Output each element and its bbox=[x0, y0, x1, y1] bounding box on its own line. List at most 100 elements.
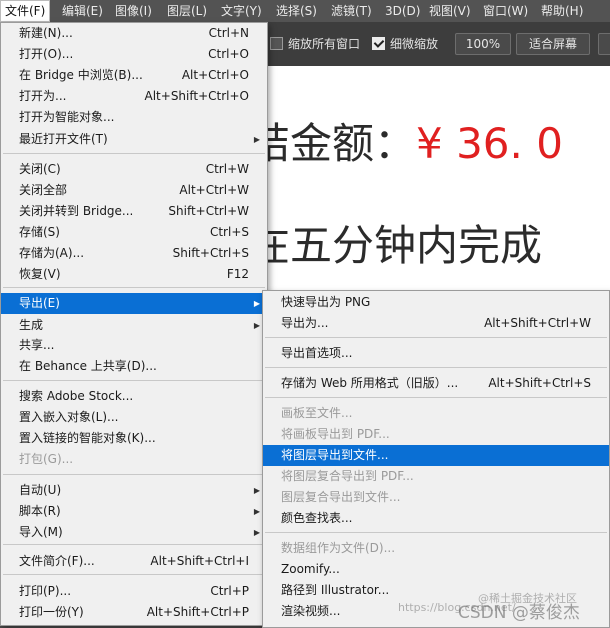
menu-edit[interactable]: 编辑(E) bbox=[57, 0, 108, 22]
file-menu-item-label: 关闭(C) bbox=[19, 162, 61, 176]
export-menu-item-1[interactable]: 导出为... Alt+Shift+Ctrl+W bbox=[263, 313, 609, 334]
zoom-100-button[interactable]: 100% bbox=[455, 33, 511, 55]
file-menu-item-24[interactable]: 打印(P)... Ctrl+P bbox=[1, 581, 267, 602]
file-menu-item-16[interactable]: 搜索 Adobe Stock... bbox=[1, 386, 267, 407]
file-menu-item-21[interactable]: 脚本(R) ▶ bbox=[1, 501, 267, 522]
export-menu-item-label: 画板至文件... bbox=[281, 406, 353, 420]
file-menu-item-9[interactable]: 存储(S) Ctrl+S bbox=[1, 222, 267, 243]
scroll-all-windows-option[interactable]: 缩放所有窗口 bbox=[270, 34, 360, 54]
export-menu-item-shortcut: Alt+Shift+Ctrl+S bbox=[488, 376, 591, 390]
export-menu-item-2[interactable]: 导出首选项... bbox=[263, 343, 609, 364]
file-menu-item-shortcut: Alt+Shift+Ctrl+O bbox=[144, 89, 249, 103]
file-menu-item-shortcut: Ctrl+P bbox=[210, 584, 249, 598]
menu-window[interactable]: 窗口(W) bbox=[478, 0, 533, 22]
file-menu-item-0[interactable]: 新建(N)... Ctrl+N bbox=[1, 23, 267, 44]
scrubby-zoom-option[interactable]: 细微缩放 bbox=[372, 34, 438, 54]
menu-type[interactable]: 文字(Y) bbox=[216, 0, 267, 22]
file-menu-item-14[interactable]: 共享... bbox=[1, 335, 267, 356]
menu-image[interactable]: 图像(I) bbox=[110, 0, 157, 22]
fit-screen-button[interactable]: 适合屏幕 bbox=[516, 33, 590, 55]
file-menu-item-label: 导出(E) bbox=[19, 296, 60, 310]
export-menu-separator bbox=[265, 367, 607, 368]
scroll-all-windows-label: 缩放所有窗口 bbox=[288, 37, 361, 51]
export-menu-item-7: 将图层复合导出到 PDF... bbox=[263, 466, 609, 487]
file-menu-item-shortcut: Ctrl+O bbox=[208, 47, 249, 61]
export-menu-item-9[interactable]: 颜色查找表... bbox=[263, 508, 609, 529]
file-menu-item-label: 最近打开文件(T) bbox=[19, 132, 108, 146]
file-menu-item-4[interactable]: 打开为智能对象... bbox=[1, 107, 267, 128]
file-menu-item-10[interactable]: 存储为(A)... Shift+Ctrl+S bbox=[1, 243, 267, 264]
menu-filter[interactable]: 滤镜(T) bbox=[326, 0, 377, 22]
file-menu-item-label: 脚本(R) bbox=[19, 504, 61, 518]
file-menu-item-shortcut: Ctrl+S bbox=[209, 225, 249, 239]
file-menu-item-5[interactable]: 最近打开文件(T) ▶ bbox=[1, 129, 267, 150]
file-menu-item-label: 置入嵌入对象(L)... bbox=[19, 410, 119, 424]
file-menu-item-1[interactable]: 打开(O)... Ctrl+O bbox=[1, 44, 267, 65]
submenu-arrow-icon: ▶ bbox=[253, 528, 260, 537]
menu-help[interactable]: 帮助(H) bbox=[536, 0, 588, 22]
export-menu-item-label: 渲染视频... bbox=[281, 604, 341, 618]
file-menu-item-15[interactable]: 在 Behance 上共享(D)... bbox=[1, 356, 267, 377]
export-menu-item-label: 导出为... bbox=[281, 316, 329, 330]
file-menu-separator bbox=[3, 574, 265, 575]
file-menu-item-label: 文件简介(F)... bbox=[19, 554, 95, 568]
file-menu-item-label: 存储为(A)... bbox=[19, 246, 85, 260]
export-menu-item-4: 画板至文件... bbox=[263, 403, 609, 424]
export-menu-item-0[interactable]: 快速导出为 PNG bbox=[263, 292, 609, 313]
file-menu-item-22[interactable]: 导入(M) ▶ bbox=[1, 522, 267, 543]
file-menu-item-label: 打印(P)... bbox=[19, 584, 72, 598]
export-menu-item-shortcut: Alt+Shift+Ctrl+W bbox=[484, 316, 591, 330]
file-menu-item-23[interactable]: 文件简介(F)... Alt+Shift+Ctrl+I bbox=[1, 551, 267, 572]
menu-select[interactable]: 选择(S) bbox=[271, 0, 322, 22]
watermark-author: CSDN @蔡俊杰 bbox=[458, 603, 580, 623]
canvas-text-line-1: 结金额：¥ 36. 0 bbox=[248, 110, 563, 171]
file-menu-item-12[interactable]: 导出(E) ▶ bbox=[1, 293, 267, 314]
export-menu-separator bbox=[265, 337, 607, 338]
export-menu-item-3[interactable]: 存储为 Web 所用格式（旧版）... Alt+Shift+Ctrl+S bbox=[263, 373, 609, 394]
file-menu-item-shortcut: Shift+Ctrl+S bbox=[172, 246, 249, 260]
file-menu-item-17[interactable]: 置入嵌入对象(L)... bbox=[1, 407, 267, 428]
submenu-arrow-icon: ▶ bbox=[253, 135, 260, 144]
menu-3d[interactable]: 3D(D) bbox=[380, 0, 425, 22]
submenu-arrow-icon: ▶ bbox=[253, 321, 260, 330]
file-menu-item-8[interactable]: 关闭并转到 Bridge... Shift+Ctrl+W bbox=[1, 201, 267, 222]
export-menu-item-label: 快速导出为 PNG bbox=[281, 295, 371, 309]
scrubby-zoom-checkbox[interactable] bbox=[372, 37, 385, 50]
file-menu-item-11[interactable]: 恢复(V) F12 bbox=[1, 264, 267, 285]
file-menu-item-13[interactable]: 生成 ▶ bbox=[1, 315, 267, 336]
file-menu-item-2[interactable]: 在 Bridge 中浏览(B)... Alt+Ctrl+O bbox=[1, 65, 267, 86]
menu-file[interactable]: 文件(F) bbox=[0, 0, 51, 22]
scroll-all-windows-checkbox[interactable] bbox=[270, 37, 283, 50]
export-menu-item-label: 路径到 Illustrator... bbox=[281, 583, 390, 597]
file-menu-item-20[interactable]: 自动(U) ▶ bbox=[1, 480, 267, 501]
file-menu-item-6[interactable]: 关闭(C) Ctrl+W bbox=[1, 159, 267, 180]
file-menu-item-3[interactable]: 打开为... Alt+Shift+Ctrl+O bbox=[1, 86, 267, 107]
fill-screen-button[interactable] bbox=[598, 33, 610, 55]
file-menu-item-label: 打开为智能对象... bbox=[19, 110, 115, 124]
file-menu-item-label: 导入(M) bbox=[19, 525, 63, 539]
file-menu-item-25[interactable]: 打印一份(Y) Alt+Shift+Ctrl+P bbox=[1, 602, 267, 623]
canvas-amount-value: ¥ 36. 0 bbox=[416, 119, 563, 168]
file-menu-item-shortcut: Alt+Ctrl+O bbox=[181, 68, 249, 82]
export-menu-item-label: 存储为 Web 所用格式（旧版）... bbox=[281, 376, 459, 390]
file-menu-item-label: 打开为... bbox=[19, 89, 67, 103]
export-menu-item-11[interactable]: Zoomify... bbox=[263, 559, 609, 580]
menu-view[interactable]: 视图(V) bbox=[424, 0, 476, 22]
file-menu-separator bbox=[3, 544, 265, 545]
file-menu-separator bbox=[3, 153, 265, 154]
file-menu-item-label: 打开(O)... bbox=[19, 47, 74, 61]
export-menu-item-label: 将图层导出到文件... bbox=[281, 448, 389, 462]
menu-bar: 文件(F) 编辑(E) 图像(I) 图层(L) 文字(Y) 选择(S) 滤镜(T… bbox=[0, 0, 610, 22]
file-menu-item-shortcut: Ctrl+N bbox=[208, 26, 249, 40]
file-menu-separator bbox=[3, 380, 265, 381]
menu-layer[interactable]: 图层(L) bbox=[162, 0, 212, 22]
export-menu-separator bbox=[265, 532, 607, 533]
export-menu-item-5: 将画板导出到 PDF... bbox=[263, 424, 609, 445]
file-menu-item-18[interactable]: 置入链接的智能对象(K)... bbox=[1, 428, 267, 449]
export-menu-item-label: 导出首选项... bbox=[281, 346, 353, 360]
export-menu-item-label: 将图层复合导出到 PDF... bbox=[281, 469, 414, 483]
export-menu-item-6[interactable]: 将图层导出到文件... bbox=[263, 445, 609, 466]
file-menu-item-label: 在 Behance 上共享(D)... bbox=[19, 359, 157, 373]
file-menu-item-shortcut: Alt+Ctrl+W bbox=[179, 183, 249, 197]
file-menu-item-7[interactable]: 关闭全部 Alt+Ctrl+W bbox=[1, 180, 267, 201]
